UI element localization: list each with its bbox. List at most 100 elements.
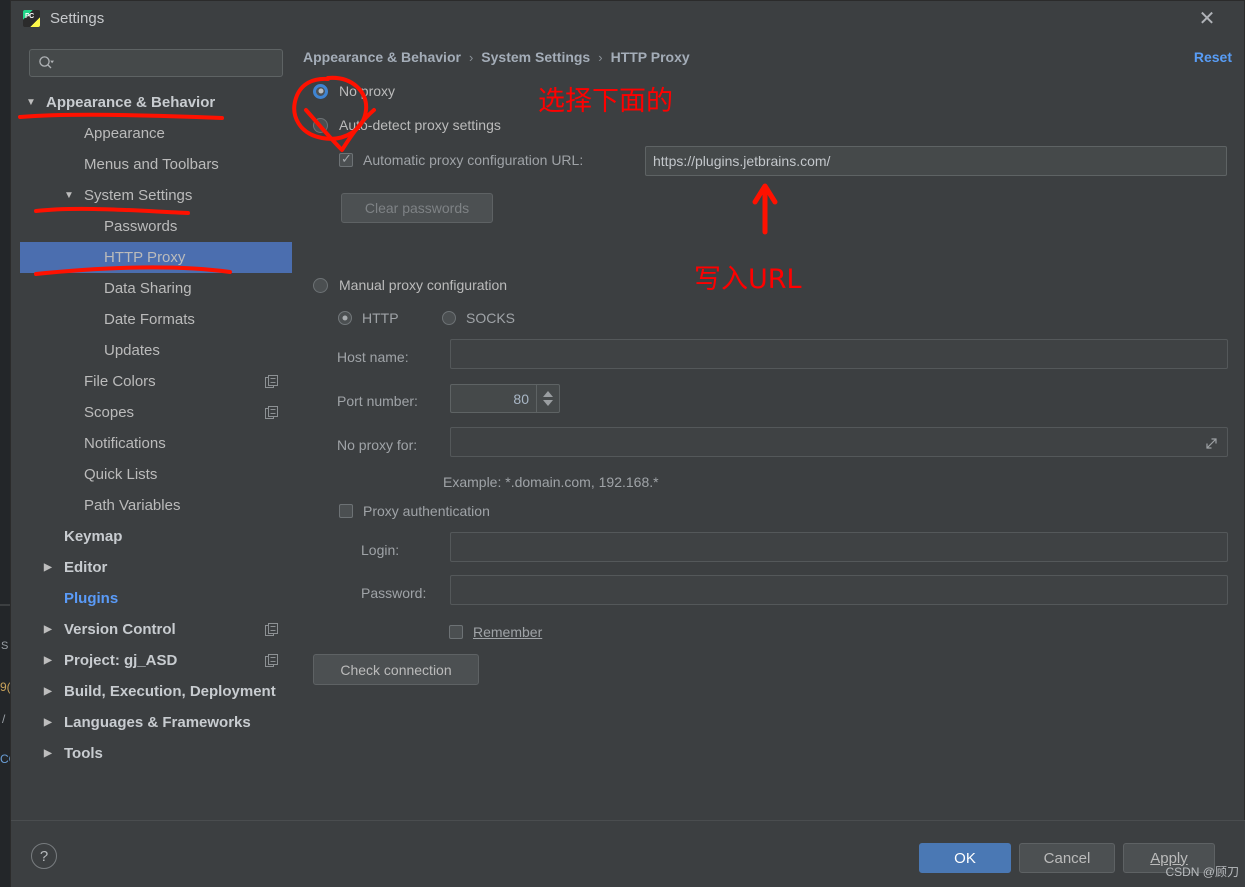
sidebar-item-label: Path Variables [84, 497, 181, 514]
remember-label: Remember [473, 624, 543, 640]
no-proxy-option[interactable]: No proxy [313, 83, 395, 99]
socks-label: SOCKS [466, 310, 516, 326]
remember-checkbox[interactable] [449, 625, 463, 639]
socks-protocol-option[interactable]: SOCKS [442, 310, 515, 326]
sidebar-item-plugins[interactable]: Plugins [20, 583, 292, 614]
cancel-button[interactable]: Cancel [1019, 843, 1115, 873]
sidebar-item-label: Updates [104, 342, 160, 359]
sidebar-item-quick-lists[interactable]: Quick Lists [20, 459, 292, 490]
login-input[interactable] [450, 532, 1228, 562]
clear-passwords-button[interactable]: Clear passwords [341, 193, 493, 223]
settings-tree: ▼ Appearance & Behavior Appearance Menus an… [20, 87, 292, 769]
sidebar-item-menus-and-toolbars[interactable]: Menus and Toolbars [20, 149, 292, 180]
pycharm-icon [23, 9, 40, 27]
sidebar-item-date-formats[interactable]: Date Formats [20, 304, 292, 335]
ok-button[interactable]: OK [919, 843, 1011, 873]
chevron-right-icon[interactable]: ▶ [44, 717, 52, 728]
proxy-authentication-option[interactable]: Proxy authentication [339, 503, 490, 519]
pac-url-value: https://plugins.jetbrains.com/ [653, 153, 831, 169]
sidebar-item-scopes[interactable]: Scopes [20, 397, 292, 428]
pac-url-checkbox[interactable] [339, 151, 353, 167]
sidebar-item-file-colors[interactable]: File Colors [20, 366, 292, 397]
close-icon[interactable]: ✕ [1194, 6, 1220, 30]
sidebar-item-project-gj-asd[interactable]: ▶ Project: gj_ASD [20, 645, 292, 676]
search-box[interactable] [29, 49, 283, 77]
breadcrumb-part-2[interactable]: System Settings [481, 49, 590, 65]
sidebar-item-passwords[interactable]: Passwords [20, 211, 292, 242]
socks-radio[interactable] [442, 311, 456, 325]
sidebar-item-tools[interactable]: ▶ Tools [20, 738, 292, 769]
help-button[interactable]: ? [31, 843, 57, 869]
copy-icon[interactable] [265, 375, 278, 388]
sidebar-item-notifications[interactable]: Notifications [20, 428, 292, 459]
sidebar-item-languages-frameworks[interactable]: ▶ Languages & Frameworks [20, 707, 292, 738]
search-input[interactable] [58, 54, 258, 72]
sidebar-item-label: Passwords [104, 218, 178, 235]
pac-url-input[interactable]: https://plugins.jetbrains.com/ [645, 146, 1227, 176]
sidebar-item-updates[interactable]: Updates [20, 335, 292, 366]
sidebar-item-label: Appearance [84, 125, 165, 142]
port-spinner-buttons[interactable] [536, 384, 560, 413]
proxy-authentication-checkbox[interactable] [339, 504, 353, 518]
sidebar-item-path-variables[interactable]: Path Variables [20, 490, 292, 521]
expand-icon[interactable] [1204, 436, 1219, 451]
http-radio[interactable] [338, 311, 352, 325]
port-number-label: Port number: [337, 393, 418, 409]
sidebar-item-data-sharing[interactable]: Data Sharing [20, 273, 292, 304]
ok-label: OK [954, 849, 976, 867]
breadcrumb-part-1[interactable]: Appearance & Behavior [303, 49, 461, 65]
no-proxy-for-input[interactable] [450, 427, 1228, 457]
auto-detect-option[interactable]: Auto-detect proxy settings [313, 117, 501, 133]
chevron-right-icon[interactable]: ▶ [44, 686, 52, 697]
annotation-note-url: 写入URL [694, 264, 802, 295]
chevron-right-icon[interactable]: ▶ [44, 748, 52, 759]
pac-url-option[interactable]: Automatic proxy configuration URL: [339, 151, 584, 168]
copy-icon[interactable] [265, 406, 278, 419]
check-connection-button[interactable]: Check connection [313, 654, 479, 685]
http-proxy-panel: Appearance & Behavior › System Settings … [301, 41, 1237, 820]
sidebar-item-build-execution-deployment[interactable]: ▶ Build, Execution, Deployment [20, 676, 292, 707]
login-label: Login: [361, 542, 400, 558]
screen: 1C S 9( / CC Settings ✕ [0, 0, 1245, 887]
reset-link[interactable]: Reset [1194, 49, 1232, 65]
chevron-down-icon[interactable]: ▼ [26, 97, 36, 108]
settings-sidebar: ▼ Appearance & Behavior Appearance Menus an… [20, 41, 292, 820]
bg-fragment-left-3: / [2, 712, 6, 726]
chevron-right-icon[interactable]: ▶ [44, 562, 52, 573]
copy-icon[interactable] [265, 623, 278, 636]
no-proxy-radio[interactable] [313, 83, 328, 99]
http-label: HTTP [362, 310, 399, 326]
sidebar-item-appearance[interactable]: Appearance [20, 118, 292, 149]
remember-option[interactable]: Remember [449, 624, 542, 640]
chevron-right-icon[interactable]: ▶ [44, 624, 52, 635]
host-name-input[interactable] [450, 339, 1228, 369]
sidebar-item-label: Menus and Toolbars [84, 156, 219, 173]
sidebar-item-http-proxy[interactable]: HTTP Proxy [20, 242, 292, 273]
sidebar-item-label: Appearance & Behavior [46, 94, 216, 111]
spinner-down-icon[interactable] [543, 400, 553, 406]
dialog-titlebar: Settings ✕ [11, 1, 1244, 35]
sidebar-item-label: Scopes [84, 404, 135, 421]
sidebar-item-keymap[interactable]: Keymap [20, 521, 292, 552]
dialog-footer: ? OK Cancel Apply [11, 820, 1245, 887]
sidebar-item-label: Project: gj_ASD [64, 652, 178, 669]
sidebar-item-label: File Colors [84, 373, 156, 390]
sidebar-item-label: Languages & Frameworks [64, 714, 251, 731]
port-number-stepper[interactable]: 80 [450, 384, 560, 413]
chevron-right-icon[interactable]: ▶ [44, 655, 52, 666]
port-number-value[interactable]: 80 [450, 384, 536, 413]
auto-detect-radio[interactable] [313, 117, 328, 133]
sidebar-item-system-settings[interactable]: ▼ System Settings [20, 180, 292, 211]
chevron-down-icon[interactable]: ▼ [64, 190, 74, 201]
pac-url-label: Automatic proxy configuration URL: [363, 152, 584, 168]
sidebar-item-appearance-behavior[interactable]: ▼ Appearance & Behavior [20, 87, 292, 118]
manual-proxy-option[interactable]: Manual proxy configuration [313, 277, 507, 293]
auto-detect-label: Auto-detect proxy settings [339, 117, 501, 133]
http-protocol-option[interactable]: HTTP [338, 310, 399, 326]
copy-icon[interactable] [265, 654, 278, 667]
sidebar-item-version-control[interactable]: ▶ Version Control [20, 614, 292, 645]
spinner-up-icon[interactable] [543, 391, 553, 397]
sidebar-item-editor[interactable]: ▶ Editor [20, 552, 292, 583]
password-input[interactable] [450, 575, 1228, 605]
manual-proxy-radio[interactable] [313, 277, 328, 293]
